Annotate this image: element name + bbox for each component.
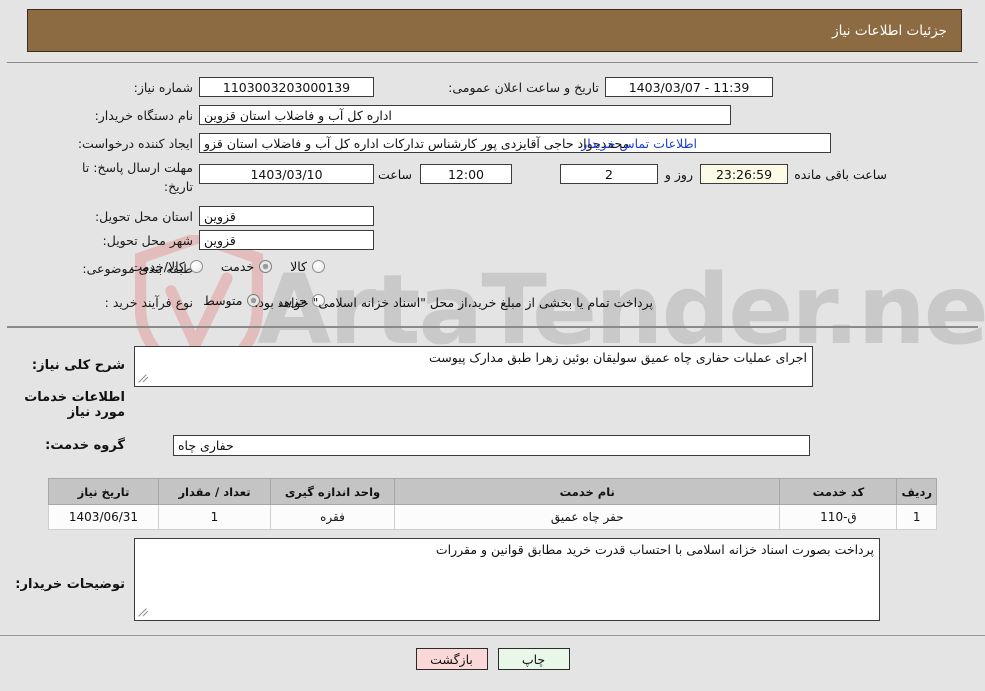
description-textarea[interactable]: اجرای عملیات حفاری چاه عمیق سولیقان بوئی… — [134, 346, 813, 387]
process-type-label: نوع فرآیند خرید : — [104, 295, 193, 310]
page-header: جزئیات اطلاعات نیاز — [27, 9, 962, 52]
description-label: شرح کلی نیاز: — [31, 358, 125, 373]
category-option-goods-service-label: کالا/خدمت — [130, 259, 185, 274]
category-option-goods[interactable]: کالا — [290, 259, 325, 274]
need-number-label-wrap: شماره نیاز: — [134, 80, 193, 96]
requester-label-wrap: ایجاد کننده درخواست: — [78, 136, 193, 152]
buyer-notes-label: توضیحات خریدار: — [15, 577, 125, 592]
table-header-row: ردیف کد خدمت نام خدمت واحد اندازه گیری ت… — [48, 478, 937, 505]
countdown-label: ساعت باقی مانده — [794, 167, 887, 182]
announce-label-wrap: تاریخ و ساعت اعلان عمومی: — [448, 80, 599, 96]
province-label: استان محل تحویل: — [94, 209, 193, 224]
city-label: شهر محل تحویل: — [102, 233, 193, 248]
radio-icon-goods-service[interactable] — [189, 260, 203, 273]
cell-quantity: 1 — [158, 504, 271, 530]
requester-value: محمدجواد حاجی آقایزدی پور کارشناس تدارکا… — [199, 133, 831, 153]
need-number-value: 1103003203000139 — [199, 77, 374, 97]
cell-row-index: 1 — [896, 504, 937, 530]
bottom-divider — [0, 635, 985, 636]
hour-label: ساعت — [377, 167, 412, 182]
days-label: روز و — [664, 167, 693, 182]
th-need-date: تاریخ نیاز — [48, 478, 159, 505]
buyer-contact-link[interactable]: اطلاعات تماس خریدار — [581, 136, 697, 151]
category-radio-group[interactable]: کالا خدمت کالا/خدمت — [112, 259, 325, 274]
description-value: اجرای عملیات حفاری چاه عمیق سولیقان بوئی… — [429, 350, 807, 365]
city-label-wrap: شهر محل تحویل: — [103, 233, 193, 249]
cell-service-name: حفر چاه عمیق — [393, 504, 781, 530]
cell-unit: فقره — [270, 504, 395, 530]
resize-grip-icon-notes[interactable] — [137, 607, 149, 619]
need-number-label: شماره نیاز: — [133, 80, 193, 95]
deadline-time-value: 12:00 — [420, 164, 512, 184]
buyer-org-label-wrap: نام دستگاه خریدار: — [95, 108, 193, 124]
remaining-countdown-value: 23:26:59 — [700, 164, 788, 184]
resize-grip-icon[interactable] — [137, 373, 149, 385]
body-area: شرح کلی نیاز: اجرای عملیات حفاری چاه عمی… — [0, 328, 985, 691]
buyer-org-value: اداره کل آب و فاضلاب استان قزوین — [199, 105, 731, 125]
need-info-panel: شماره نیاز: 1103003203000139 تاریخ و ساع… — [7, 62, 978, 328]
services-section-heading: اطلاعات خدمات مورد نیاز — [24, 390, 125, 420]
process-option-medium[interactable]: متوسط — [203, 293, 261, 308]
th-quantity: تعداد / مقدار — [158, 478, 271, 505]
page-title: جزئیات اطلاعات نیاز — [832, 22, 947, 39]
buyer-notes-textarea[interactable]: پرداخت بصورت اسناد خزانه اسلامی با احتسا… — [134, 538, 880, 621]
radio-icon-service[interactable] — [259, 260, 273, 273]
th-unit: واحد اندازه گیری — [270, 478, 395, 505]
announce-datetime-label: تاریخ و ساعت اعلان عمومی: — [448, 80, 599, 95]
th-service-name: نام خدمت — [393, 478, 781, 505]
requester-label: ایجاد کننده درخواست: — [77, 136, 193, 151]
back-button[interactable]: بازگشت — [415, 648, 488, 670]
deadline-label-wrap: مهلت ارسال پاسخ: تا تاریخ: — [81, 157, 193, 195]
category-option-goods-service[interactable]: کالا/خدمت — [130, 259, 203, 274]
page-root: ArtaTender.net جزئیات اطلاعات نیاز شماره… — [0, 0, 985, 691]
category-option-service[interactable]: خدمت — [220, 259, 273, 274]
process-option-medium-label: متوسط — [203, 293, 243, 308]
process-label-wrap: نوع فرآیند خرید : — [105, 295, 193, 311]
buyer-notes-value: پرداخت بصورت اسناد خزانه اسلامی با احتسا… — [435, 542, 874, 557]
service-group-value: حفاری چاه — [173, 435, 810, 456]
table-row: 1 ق-110 حفر چاه عمیق فقره 1 1403/06/31 — [48, 504, 937, 530]
deadline-date-value: 1403/03/10 — [199, 164, 374, 184]
action-button-bar: چاپ بازگشت — [0, 648, 985, 670]
remaining-days-value: 2 — [560, 164, 658, 184]
service-group-label: گروه خدمت: — [45, 438, 125, 453]
th-service-code: کد خدمت — [779, 478, 898, 505]
treasury-note: پرداخت تمام یا بخشی از مبلغ خرید،از محل … — [254, 295, 653, 310]
print-button[interactable]: چاپ — [497, 648, 570, 670]
buyer-org-label: نام دستگاه خریدار: — [94, 108, 193, 123]
services-table-wrap: ردیف کد خدمت نام خدمت واحد اندازه گیری ت… — [48, 478, 937, 530]
cell-need-date: 1403/06/31 — [48, 504, 159, 530]
province-value: قزوین — [199, 206, 374, 226]
services-table: ردیف کد خدمت نام خدمت واحد اندازه گیری ت… — [48, 478, 937, 530]
announce-datetime-value: 11:39 - 1403/03/07 — [605, 77, 773, 97]
city-value: قزوین — [199, 230, 374, 250]
category-option-goods-label: کالا — [290, 259, 307, 274]
radio-icon-goods[interactable] — [312, 260, 325, 273]
category-option-service-label: خدمت — [220, 259, 255, 274]
deadline-label: مهلت ارسال پاسخ: تا تاریخ: — [82, 160, 193, 194]
province-label-wrap: استان محل تحویل: — [95, 209, 193, 225]
cell-service-code: ق-110 — [779, 504, 898, 530]
th-row-index: ردیف — [896, 478, 937, 505]
